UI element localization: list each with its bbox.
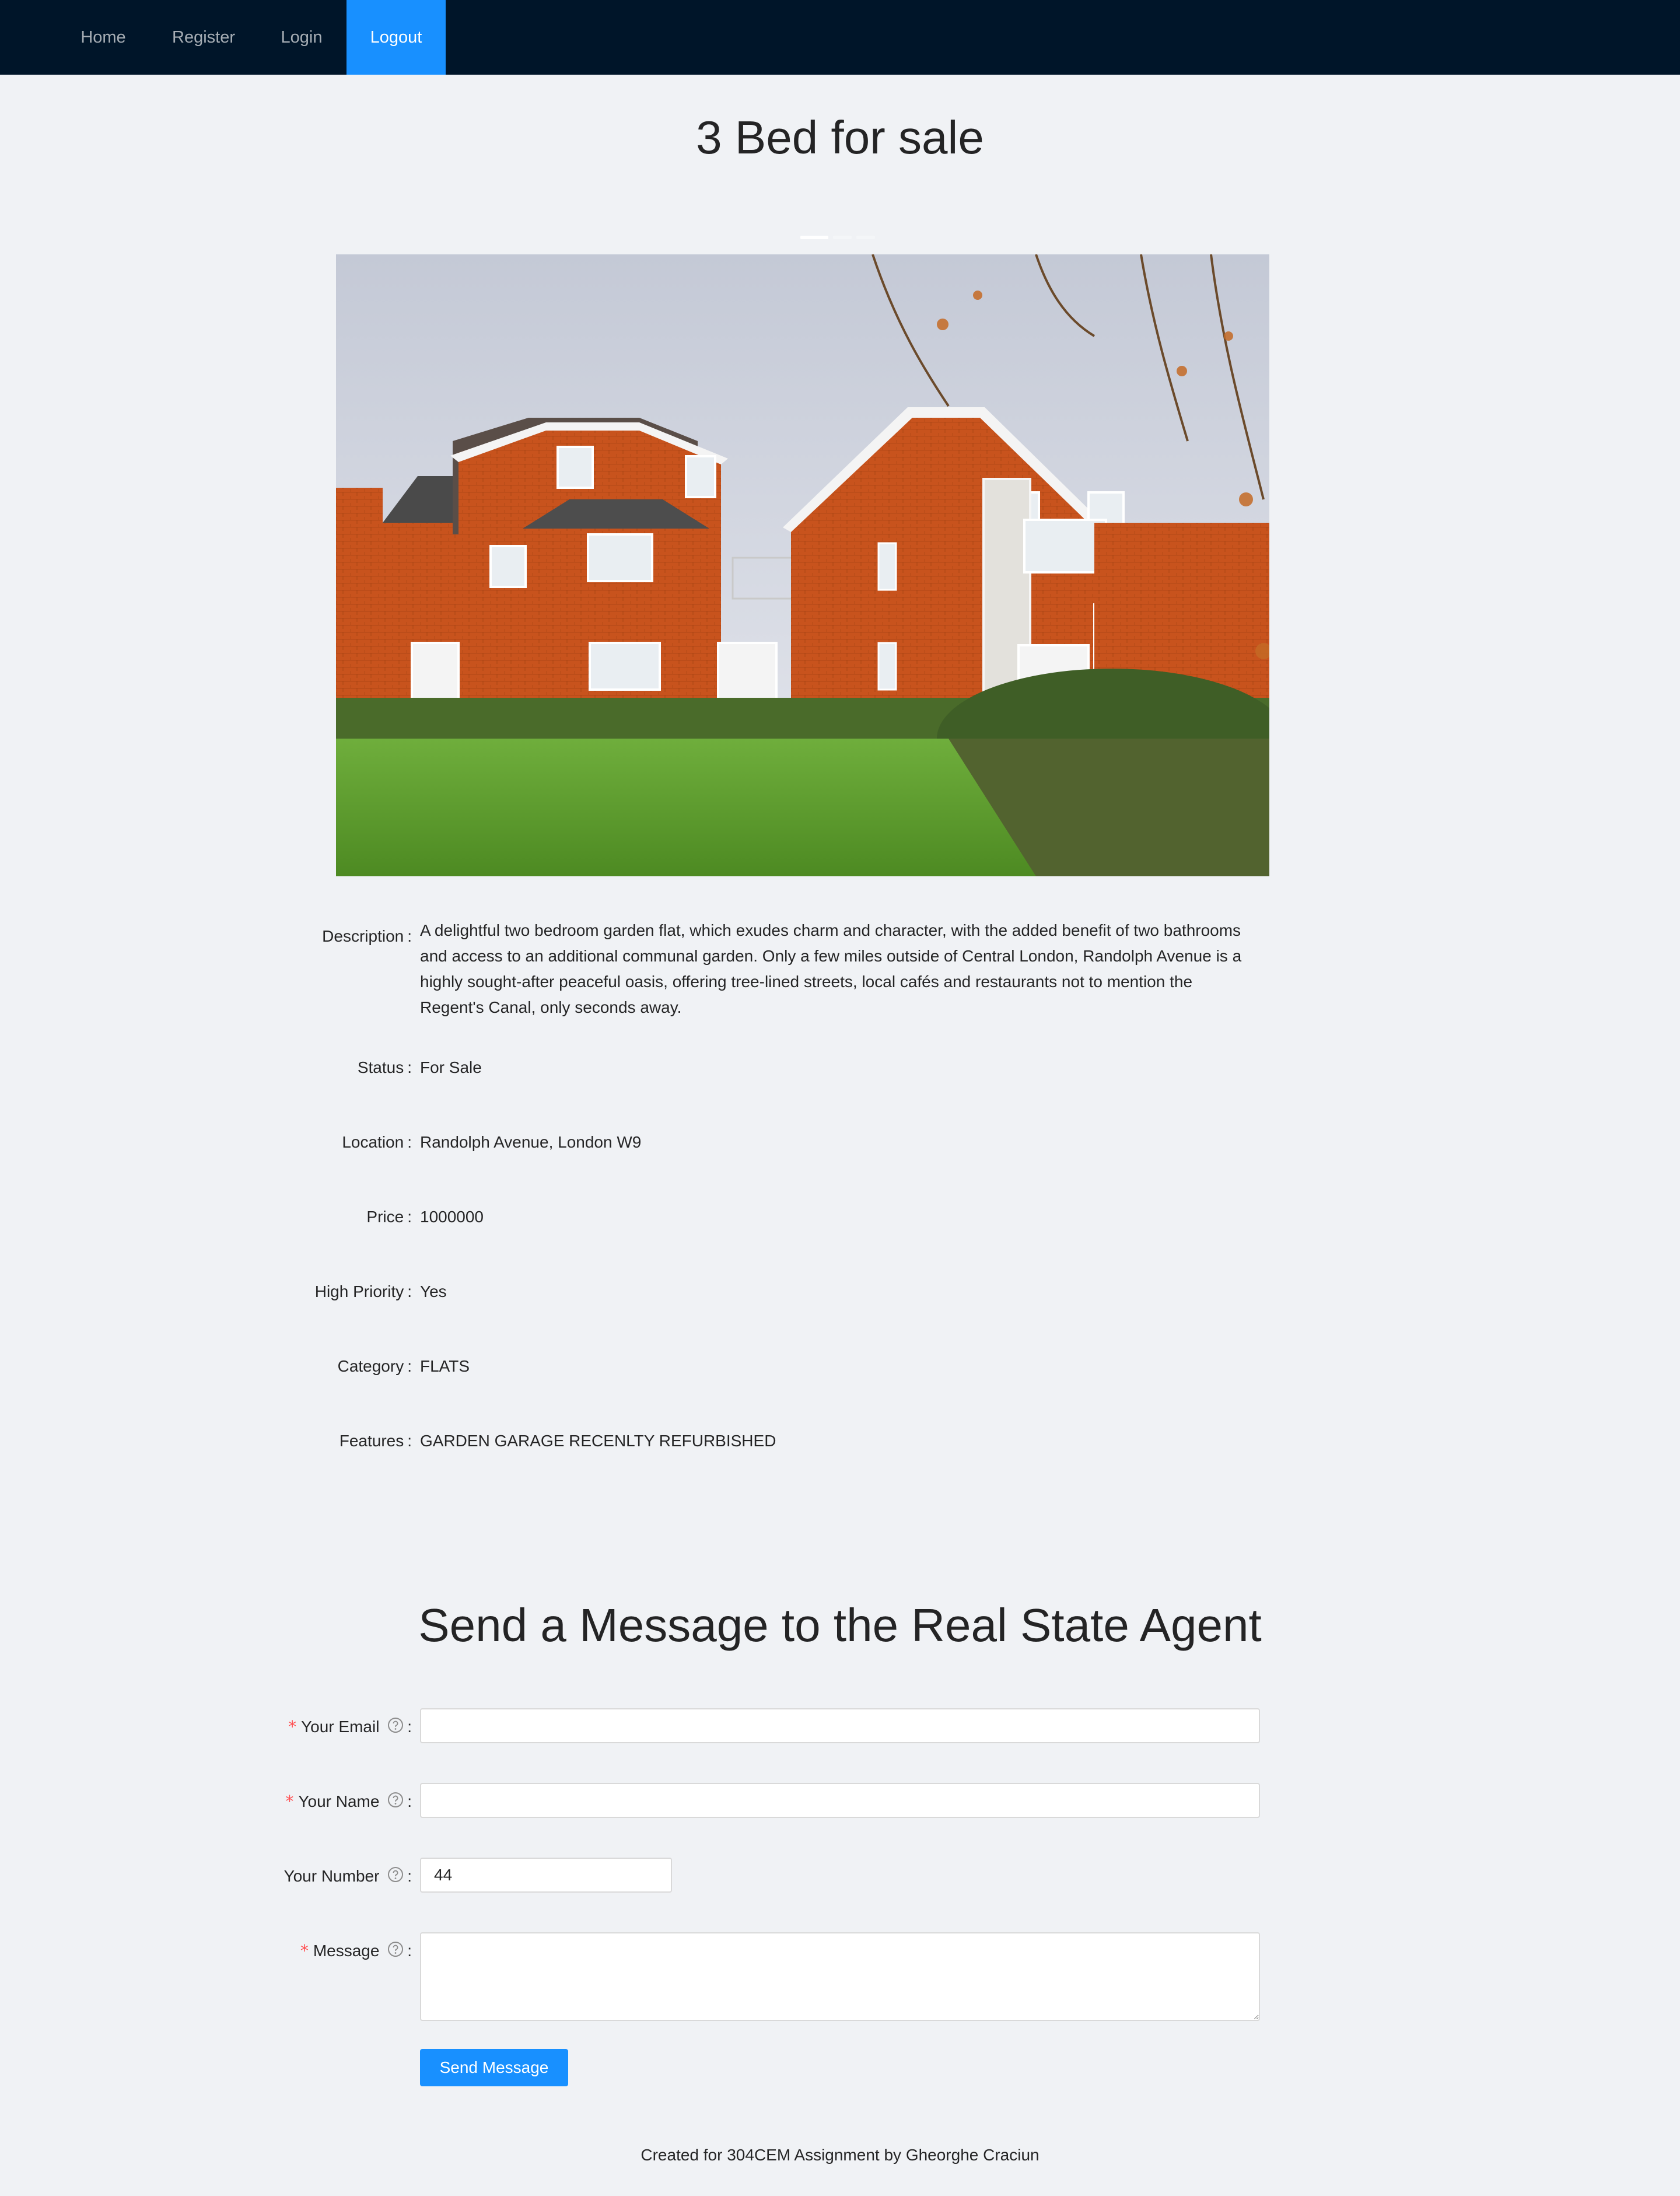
help-icon[interactable] xyxy=(387,1715,404,1741)
top-nav-bar: Home Register Login Logout xyxy=(0,0,1680,75)
description-label: Description: xyxy=(322,927,412,945)
number-label: Your Number : xyxy=(62,1863,412,1890)
help-icon[interactable] xyxy=(387,1790,404,1816)
carousel-dots xyxy=(0,236,1680,240)
status-label: Status: xyxy=(357,1058,412,1076)
location-label: Location: xyxy=(342,1133,412,1151)
name-field[interactable] xyxy=(420,1783,1260,1818)
features-label: Features: xyxy=(339,1432,412,1450)
required-mark: * xyxy=(288,1717,297,1736)
carousel-dot-3[interactable] xyxy=(856,236,875,239)
status-value: For Sale xyxy=(420,1058,482,1076)
carousel-dot-2[interactable] xyxy=(833,236,852,239)
high-priority-value: Yes xyxy=(420,1282,447,1300)
nav-login[interactable]: Login xyxy=(258,0,345,75)
name-label: * Your Name : xyxy=(62,1789,412,1816)
page-title: 3 Bed for sale xyxy=(696,111,984,163)
description-value: A delightful two bedroom garden flat, wh… xyxy=(420,921,1242,1016)
nav-register[interactable]: Register xyxy=(150,0,257,75)
number-field[interactable] xyxy=(420,1858,672,1893)
help-icon[interactable] xyxy=(387,1939,404,1965)
category-label: Category: xyxy=(337,1357,412,1375)
send-message-button[interactable]: Send Message xyxy=(420,2049,568,2086)
email-field[interactable] xyxy=(420,1708,1260,1743)
price-value: 1000000 xyxy=(420,1208,484,1226)
nav-home[interactable]: Home xyxy=(61,0,146,75)
price-label: Price: xyxy=(366,1208,412,1226)
message-label: * Message : xyxy=(62,1938,412,1965)
location-value: Randolph Avenue, London W9 xyxy=(420,1133,642,1151)
required-mark: * xyxy=(285,1792,294,1811)
features-value: GARDEN GARAGE RECENLTY REFURBISHED xyxy=(420,1432,776,1450)
carousel-dot-1[interactable] xyxy=(800,236,828,239)
nav-logout[interactable]: Logout xyxy=(346,0,446,75)
contact-form-title: Send a Message to the Real State Agent xyxy=(418,1599,1262,1651)
help-icon[interactable] xyxy=(387,1865,404,1890)
message-textarea[interactable] xyxy=(420,1932,1260,2021)
required-mark: * xyxy=(300,1941,309,1960)
email-label: * Your Email : xyxy=(62,1714,412,1741)
high-priority-label: High Priority: xyxy=(314,1282,412,1300)
property-photo xyxy=(336,254,1269,876)
category-value: FLATS xyxy=(420,1357,470,1375)
footer-text: Created for 304CEM Assignment by Gheorgh… xyxy=(640,2146,1040,2164)
